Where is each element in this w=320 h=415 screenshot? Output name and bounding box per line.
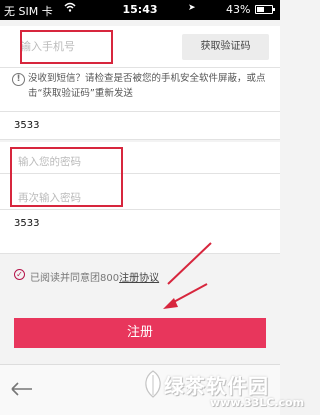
watermark-url: www.33LC.com [210,396,305,409]
back-arrow-icon[interactable] [10,379,34,399]
second-code-field[interactable]: 3533 [0,210,280,254]
battery-icon [255,5,275,14]
agreement-checkbox[interactable]: ✓ [14,269,25,280]
notice-text: 没收到短信？请检查是否被您的手机安全软件屏蔽，或点击“获取验证码”重新发送 [28,73,266,99]
battery-level [257,7,264,12]
watermark: 绿茶软件园 www.33LC.com [140,366,304,415]
second-code-value: 3533 [14,218,40,229]
annotation-box-password [10,147,123,207]
watermark-title: 绿茶软件园 [164,374,269,398]
annotation-arrow-2 [163,283,208,309]
sms-notice: ! 没收到短信？请检查是否被您的手机安全软件屏蔽，或点击“获取验证码”重新发送 [0,68,280,112]
verification-code-field[interactable]: 3533 [0,112,280,140]
agreement-label: 已阅读并同意团800 [30,273,120,284]
battery-percent: 43% [226,3,251,16]
location-icon: ➤ [188,3,196,13]
register-button[interactable]: 注册 [14,318,266,348]
verification-code-value: 3533 [14,120,40,131]
agreement-link[interactable]: 注册协议 [119,273,159,284]
watermark-logo-icon [145,370,161,398]
get-code-button[interactable]: 获取验证码 [182,34,269,60]
info-icon: ! [12,73,25,86]
annotation-box-phone [20,30,113,64]
agreement-text: 已阅读并同意团800注册协议 [30,269,159,284]
status-bar: 无 SIM 卡 15:43 ➤ 43% [0,0,280,20]
